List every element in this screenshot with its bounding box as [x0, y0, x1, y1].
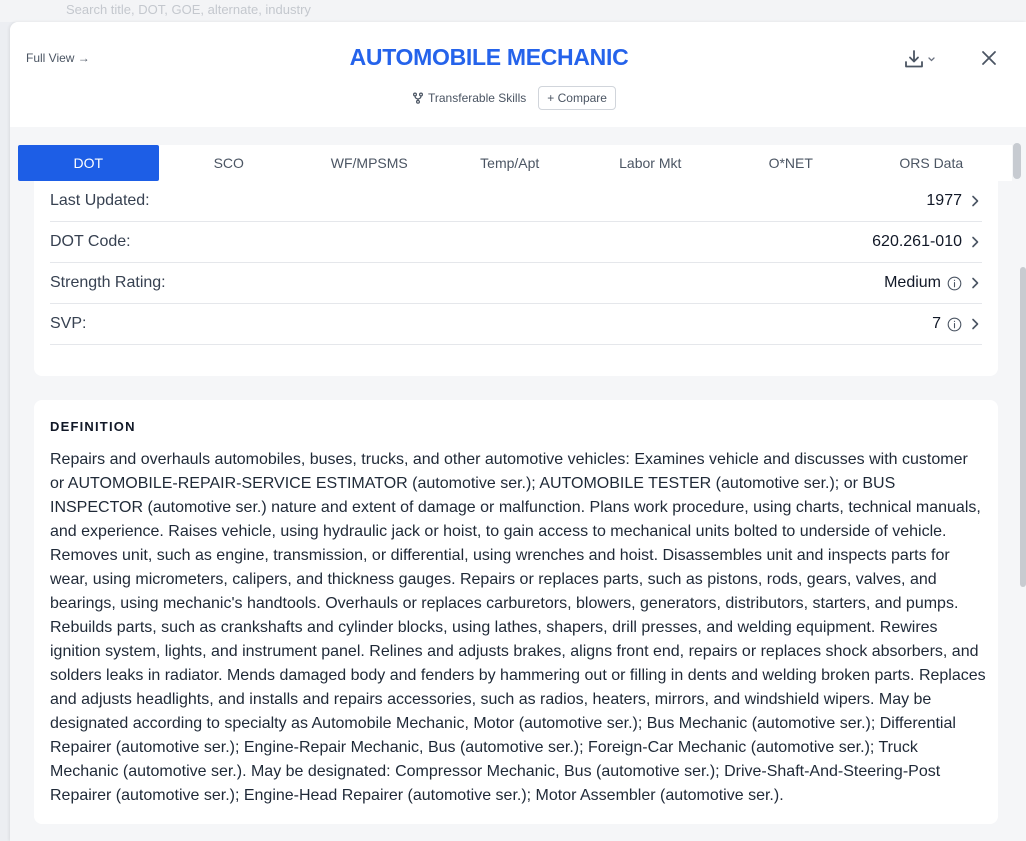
download-button[interactable] [903, 48, 936, 70]
background-search-strip: Search title, DOT, GOE, alternate, indus… [0, 0, 1026, 22]
tab-bar: DOT SCO WF/MPSMS Temp/Apt Labor Mkt O*NE… [18, 145, 1012, 181]
row-label: Last Updated: [50, 192, 150, 209]
definition-heading: DEFINITION [50, 419, 136, 434]
compare-button[interactable]: + Compare [538, 86, 616, 110]
tab-sco[interactable]: SCO [159, 145, 300, 181]
row-label: DOT Code: [50, 233, 131, 250]
info-icon[interactable] [947, 317, 962, 332]
transferable-skills-label: Transferable Skills [428, 91, 527, 105]
row-value: 1977 [926, 192, 962, 209]
transferable-skills-button[interactable]: Transferable Skills [412, 91, 526, 105]
chevron-right-icon [968, 194, 982, 208]
row-value: Medium [884, 274, 941, 291]
definition-text: Repairs and overhauls automobiles, buses… [50, 451, 986, 804]
chevron-right-icon [968, 317, 982, 331]
row-label: Strength Rating: [50, 274, 166, 291]
content-scrollbar[interactable] [1020, 267, 1026, 587]
info-row-svp[interactable]: SVP: 7 [50, 304, 982, 345]
info-row-dot-code[interactable]: DOT Code: 620.261-010 [50, 222, 982, 263]
occupation-detail-panel: Full View → AUTOMOBILE MECHANIC Transfer… [10, 22, 1026, 841]
compare-label: + Compare [547, 91, 607, 105]
tab-dot[interactable]: DOT [18, 145, 159, 181]
title-actions: Transferable Skills + Compare [412, 85, 616, 111]
info-icon[interactable] [947, 276, 962, 291]
close-button[interactable] [980, 49, 998, 67]
close-icon [980, 49, 998, 67]
page-title: AUTOMOBILE MECHANIC [349, 44, 629, 70]
branch-icon [412, 92, 424, 104]
row-value: 7 [932, 315, 941, 332]
tab-scrollbar[interactable] [1013, 143, 1021, 179]
panel-header: Full View → AUTOMOBILE MECHANIC Transfer… [10, 22, 1026, 127]
tab-temp-apt[interactable]: Temp/Apt [440, 145, 581, 181]
info-row-strength-rating[interactable]: Strength Rating: Medium [50, 263, 982, 304]
dot-info-card: Last Updated: 1977 DOT Code: 620.261-010… [34, 181, 998, 376]
row-label: SVP: [50, 315, 87, 332]
chevron-down-icon [927, 55, 936, 64]
tab-ors-data[interactable]: ORS Data [861, 145, 1002, 181]
tab-onet[interactable]: O*NET [721, 145, 862, 181]
definition-card: DEFINITION Repairs and overhauls automob… [34, 400, 998, 824]
tab-labor-mkt[interactable]: Labor Mkt [580, 145, 721, 181]
tab-wf-mpsms[interactable]: WF/MPSMS [299, 145, 440, 181]
download-icon [903, 48, 925, 70]
row-value: 620.261-010 [872, 233, 962, 250]
chevron-right-icon [968, 235, 982, 249]
info-row-last-updated[interactable]: Last Updated: 1977 [50, 181, 982, 222]
chevron-right-icon [968, 276, 982, 290]
background-search-text: Search title, DOT, GOE, alternate, indus… [66, 2, 311, 17]
